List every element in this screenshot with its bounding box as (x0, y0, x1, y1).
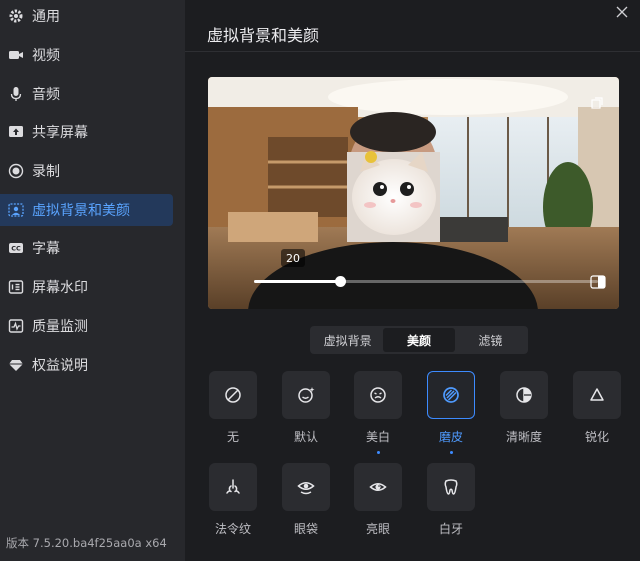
microphone-icon (8, 86, 24, 102)
slider-value-bubble: 20 (281, 249, 305, 267)
effect-label: 法令纹 (214, 522, 251, 536)
virtual-background-icon (8, 202, 24, 218)
effect-label: 白牙 (438, 522, 463, 536)
sidebar-item-virtual-background[interactable]: 虚拟背景和美颜 (0, 194, 173, 226)
svg-text:CC: CC (11, 245, 21, 253)
camera-preview: 20 (208, 77, 619, 309)
effect-tile[interactable] (354, 463, 402, 511)
slider-handle[interactable] (335, 276, 346, 287)
captions-icon: CC (8, 240, 24, 256)
effect-none[interactable]: 无 (209, 371, 257, 445)
effect-tile[interactable] (573, 371, 621, 419)
sidebar-item-label: 权益说明 (32, 358, 88, 374)
sidebar-item-label: 屏幕水印 (32, 280, 88, 296)
effect-label: 锐化 (584, 430, 609, 444)
effect-tile[interactable] (282, 463, 330, 511)
page-title: 虚拟背景和美颜 (207, 26, 320, 45)
effect-tile[interactable] (209, 463, 257, 511)
quality-monitor-icon (8, 318, 24, 334)
sidebar-item-audio[interactable]: 音频 (0, 78, 173, 110)
close-button[interactable] (612, 2, 632, 22)
effect-smoothing[interactable]: 磨皮 (427, 371, 475, 454)
adjusted-indicator-dot (376, 451, 380, 454)
effect-tile[interactable] (427, 463, 475, 511)
effect-tile[interactable] (354, 371, 402, 419)
effect-whiten-teeth[interactable]: 白牙 (427, 463, 475, 537)
tooth-icon (444, 479, 458, 495)
sidebar-item-label: 虚拟背景和美颜 (32, 203, 130, 219)
watermark-icon (8, 279, 24, 295)
effect-tile[interactable] (427, 371, 475, 419)
whitening-icon (370, 387, 386, 403)
preview-image (208, 77, 619, 309)
slider-fill (254, 280, 340, 283)
sidebar-item-label: 通用 (32, 9, 60, 25)
gear-icon (8, 8, 24, 24)
tab-filter[interactable]: 滤镜 (455, 328, 526, 352)
clarity-icon (516, 387, 532, 403)
effect-label: 美白 (365, 430, 390, 444)
sidebar-item-label: 视频 (32, 48, 60, 64)
mirror-button[interactable] (590, 274, 606, 289)
bright-eye-icon (369, 483, 387, 491)
mirror-icon (590, 275, 606, 289)
sidebar-item-share-screen[interactable]: 共享屏幕 (0, 116, 173, 148)
effect-bright-eye[interactable]: 亮眼 (354, 463, 402, 537)
smile-sparkle-icon (298, 387, 315, 403)
tab-virtual-background[interactable]: 虚拟背景 (312, 328, 383, 352)
effect-nasolabial[interactable]: 法令纹 (209, 463, 257, 537)
nose-icon (226, 479, 240, 494)
effect-label: 眼袋 (293, 522, 318, 536)
diamond-icon (8, 357, 24, 373)
sidebar-item-record[interactable]: 录制 (0, 155, 173, 187)
fullscreen-button[interactable] (590, 95, 604, 109)
effect-tile[interactable] (209, 371, 257, 419)
effect-tile[interactable] (500, 371, 548, 419)
effect-eye-bag[interactable]: 眼袋 (282, 463, 330, 537)
sidebar-item-benefits[interactable]: 权益说明 (0, 349, 173, 381)
effect-label: 默认 (293, 430, 318, 444)
effect-label: 磨皮 (438, 430, 463, 444)
sidebar-item-label: 字幕 (32, 241, 60, 257)
sidebar-item-video[interactable]: 视频 (0, 39, 173, 71)
close-icon (616, 6, 628, 18)
sidebar-item-label: 音频 (32, 87, 60, 103)
share-screen-icon (8, 124, 24, 140)
sidebar-item-label: 质量监测 (32, 319, 88, 335)
effect-label: 清晰度 (505, 430, 542, 444)
sidebar-item-quality-monitor[interactable]: 质量监测 (0, 310, 173, 342)
effect-tabs: 虚拟背景 美颜 滤镜 (310, 326, 528, 354)
record-icon (8, 163, 24, 179)
effect-tile[interactable] (282, 371, 330, 419)
fullscreen-icon (591, 97, 603, 109)
effect-label: 无 (226, 430, 239, 444)
effect-default[interactable]: 默认 (282, 371, 330, 445)
sidebar-item-general[interactable]: 通用 (0, 0, 173, 32)
sidebar-item-label: 录制 (32, 164, 60, 180)
title-divider (185, 51, 640, 52)
camera-icon (8, 47, 24, 63)
effect-label: 亮眼 (365, 522, 390, 536)
main-panel: 虚拟背景和美颜 20 虚拟背景 美颜 滤镜 无 默认 美白 磨皮 清晰度 锐化 … (185, 0, 640, 561)
sharpen-icon (590, 388, 604, 401)
sidebar: 通用 视频 音频 共享屏幕 录制 虚拟背景和美颜 CC 字幕 屏幕水印 质量监测… (0, 0, 185, 561)
sidebar-item-label: 共享屏幕 (32, 125, 88, 141)
tab-beauty[interactable]: 美颜 (383, 328, 455, 352)
effect-whitening[interactable]: 美白 (354, 371, 402, 454)
effect-clarity[interactable]: 清晰度 (500, 371, 548, 445)
version-label: 版本 7.5.20.ba4f25aa0a x64 (6, 536, 167, 550)
none-icon (225, 387, 241, 403)
eye-bag-icon (297, 482, 315, 495)
smoothing-icon (443, 387, 459, 403)
intensity-slider[interactable] (254, 276, 598, 287)
effect-sharpen[interactable]: 锐化 (573, 371, 621, 445)
adjusted-indicator-dot (449, 451, 453, 454)
sidebar-item-captions[interactable]: CC 字幕 (0, 232, 173, 264)
sidebar-item-watermark[interactable]: 屏幕水印 (0, 271, 173, 303)
